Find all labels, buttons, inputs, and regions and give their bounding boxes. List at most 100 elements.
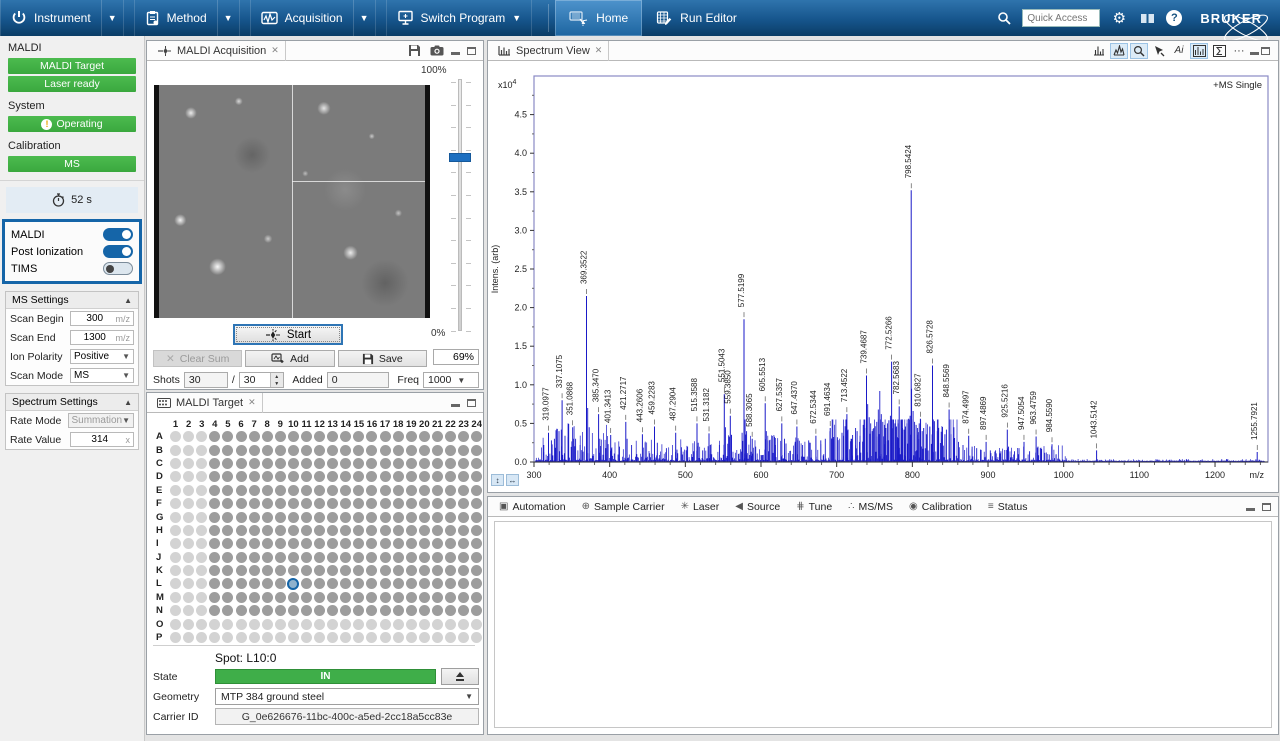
well-F22[interactable] [444,497,457,510]
well-G6[interactable] [234,510,247,523]
well-N18[interactable] [392,604,405,617]
rate-value-field[interactable]: 314x [70,432,134,447]
well-O14[interactable] [339,617,352,630]
well-C3[interactable] [195,457,208,470]
well-K10[interactable] [287,564,300,577]
well-L7[interactable] [248,577,261,590]
well-N20[interactable] [418,604,431,617]
well-C9[interactable] [274,457,287,470]
well-G15[interactable] [352,510,365,523]
well-K6[interactable] [234,564,247,577]
well-C18[interactable] [392,457,405,470]
well-N2[interactable] [182,604,195,617]
well-J4[interactable] [208,551,221,564]
well-P22[interactable] [444,631,457,644]
well-P14[interactable] [339,631,352,644]
well-H20[interactable] [418,524,431,537]
well-O23[interactable] [457,617,470,630]
well-D7[interactable] [248,470,261,483]
well-A9[interactable] [274,430,287,443]
well-L5[interactable] [221,577,234,590]
well-D15[interactable] [352,470,365,483]
well-N22[interactable] [444,604,457,617]
well-O22[interactable] [444,617,457,630]
well-M14[interactable] [339,591,352,604]
well-A5[interactable] [221,430,234,443]
peak-display-icon[interactable] [1090,43,1108,59]
well-I15[interactable] [352,537,365,550]
well-M16[interactable] [365,591,378,604]
well-J22[interactable] [444,551,457,564]
scan-end-field[interactable]: 1300m/z [70,330,134,345]
well-J10[interactable] [287,551,300,564]
zoom-vertical-button[interactable]: ↕ [491,474,504,486]
well-I6[interactable] [234,537,247,550]
well-P10[interactable] [287,631,300,644]
well-F17[interactable] [379,497,392,510]
well-E7[interactable] [248,484,261,497]
well-D24[interactable] [470,470,483,483]
well-F21[interactable] [431,497,444,510]
well-B15[interactable] [352,443,365,456]
laser-power-value[interactable]: 69% [433,349,479,365]
well-E12[interactable] [313,484,326,497]
well-P18[interactable] [392,631,405,644]
well-N3[interactable] [195,604,208,617]
well-B7[interactable] [248,443,261,456]
well-J11[interactable] [300,551,313,564]
well-F4[interactable] [208,497,221,510]
well-N21[interactable] [431,604,444,617]
well-B11[interactable] [300,443,313,456]
well-D4[interactable] [208,470,221,483]
well-D5[interactable] [221,470,234,483]
instrument-menu[interactable]: Instrument [1,0,101,36]
well-F12[interactable] [313,497,326,510]
well-K12[interactable] [313,564,326,577]
maldi-target-status[interactable]: MALDI Target [8,58,136,74]
tab-calibration[interactable]: ◉Calibration [902,498,979,516]
well-L4[interactable] [208,577,221,590]
minimize-icon[interactable] [1250,52,1259,55]
well-J19[interactable] [405,551,418,564]
well-B4[interactable] [208,443,221,456]
well-N9[interactable] [274,604,287,617]
well-F2[interactable] [182,497,195,510]
well-H5[interactable] [221,524,234,537]
well-E2[interactable] [182,484,195,497]
tab-close-icon[interactable]: ✕ [595,45,603,56]
well-K14[interactable] [339,564,352,577]
well-E15[interactable] [352,484,365,497]
well-D17[interactable] [379,470,392,483]
well-O11[interactable] [300,617,313,630]
well-K17[interactable] [379,564,392,577]
well-C6[interactable] [234,457,247,470]
well-K22[interactable] [444,564,457,577]
target-camera-view[interactable] [154,85,430,318]
well-F7[interactable] [248,497,261,510]
minimize-icon[interactable] [1246,508,1255,511]
well-M17[interactable] [379,591,392,604]
well-P7[interactable] [248,631,261,644]
well-E5[interactable] [221,484,234,497]
zoom-tool-icon[interactable] [1130,43,1148,59]
well-N8[interactable] [261,604,274,617]
switch-program-menu[interactable]: Switch Program ▼ [387,0,532,36]
well-L10[interactable] [287,577,300,590]
well-D1[interactable] [169,470,182,483]
well-N12[interactable] [313,604,326,617]
tims-toggle[interactable] [103,262,133,275]
well-C4[interactable] [208,457,221,470]
well-K11[interactable] [300,564,313,577]
well-P13[interactable] [326,631,339,644]
well-D18[interactable] [392,470,405,483]
well-C20[interactable] [418,457,431,470]
well-K4[interactable] [208,564,221,577]
well-B23[interactable] [457,443,470,456]
tab-close-icon[interactable]: ✕ [248,397,256,408]
well-H11[interactable] [300,524,313,537]
well-I19[interactable] [405,537,418,550]
well-H24[interactable] [470,524,483,537]
well-N19[interactable] [405,604,418,617]
well-P20[interactable] [418,631,431,644]
well-B17[interactable] [379,443,392,456]
